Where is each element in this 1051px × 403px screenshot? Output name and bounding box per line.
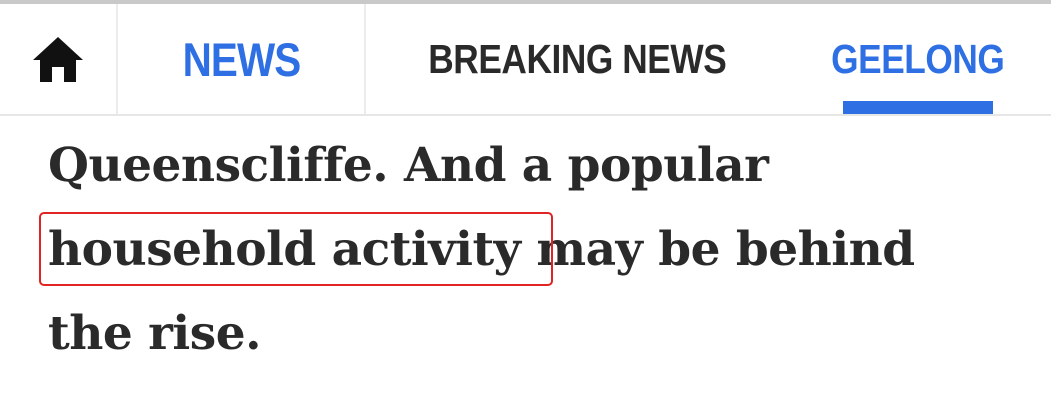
article-line-1: Queenscliffe. And a popular (48, 138, 769, 193)
article-text: Queenscliffe. And a popular household ac… (48, 124, 1038, 376)
nav-item-breaking-news[interactable]: BREAKING NEWS (392, 4, 762, 114)
highlighted-phrase: household activity (48, 222, 521, 277)
article-line-2: household activity may be behind (48, 208, 1038, 292)
top-navigation: NEWS BREAKING NEWS GEELONG (0, 4, 1051, 116)
nav-item-news-label: NEWS (182, 32, 301, 86)
home-button[interactable] (0, 4, 118, 114)
nav-item-news[interactable]: NEWS (118, 4, 366, 114)
nav-item-geelong-label: GEELONG (831, 35, 1005, 82)
nav-item-geelong[interactable]: GEELONG (812, 4, 1024, 114)
article-line-2-rest: may be behind (520, 222, 915, 277)
nav-item-breaking-news-label: BREAKING NEWS (427, 35, 727, 82)
active-tab-indicator (843, 101, 993, 114)
home-icon (33, 37, 83, 82)
article-line-3: the rise. (48, 306, 262, 361)
